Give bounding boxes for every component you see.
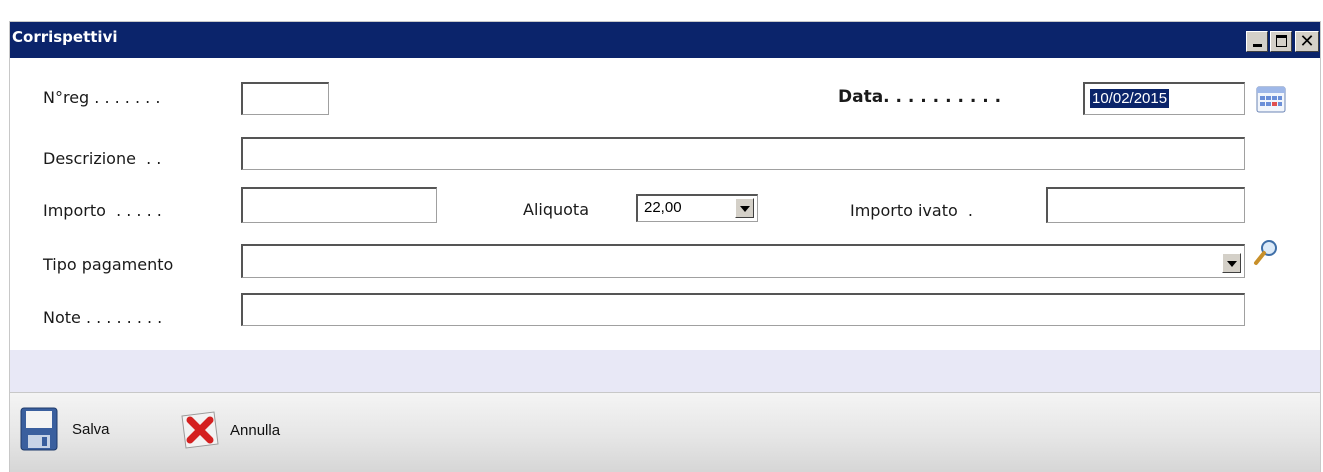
close-button[interactable]: ✕ xyxy=(1295,31,1319,52)
data-input[interactable]: 10/02/2015 xyxy=(1083,82,1245,115)
cancel-button[interactable]: Annulla xyxy=(176,408,280,452)
descrizione-label: Descrizione . . xyxy=(43,149,162,168)
maximize-icon xyxy=(1276,35,1287,47)
separator-band xyxy=(10,350,1320,392)
tipo-pagamento-label: Tipo pagamento xyxy=(43,255,174,274)
minimize-button[interactable] xyxy=(1246,31,1268,52)
calendar-icon[interactable] xyxy=(1256,84,1286,113)
floppy-disk-icon xyxy=(20,407,58,451)
window-title: Corrispettivi xyxy=(12,28,118,46)
aliquota-select[interactable]: 22,00 xyxy=(636,194,758,222)
nreg-label: N°reg . . . . . . . xyxy=(43,88,161,107)
chevron-down-icon[interactable] xyxy=(735,198,754,218)
aliquota-value: 22,00 xyxy=(644,199,682,216)
data-label: Data. . . . . . . . . . xyxy=(838,87,1002,107)
save-button[interactable]: Salva xyxy=(20,407,110,451)
corrispettivi-window: Corrispettivi ✕ N°reg . . . . . . . Data… xyxy=(10,22,1320,472)
save-label: Salva xyxy=(72,420,110,438)
importo-input[interactable] xyxy=(241,187,437,223)
importo-ivato-input[interactable] xyxy=(1046,187,1245,223)
title-bar[interactable]: Corrispettivi ✕ xyxy=(10,22,1320,58)
maximize-button[interactable] xyxy=(1270,31,1292,52)
note-label: Note . . . . . . . . xyxy=(43,308,163,327)
aliquota-label: Aliquota xyxy=(523,200,589,219)
magnifier-icon[interactable] xyxy=(1252,238,1280,268)
red-x-icon xyxy=(181,411,219,449)
descrizione-input[interactable] xyxy=(241,137,1245,170)
bottom-toolbar: Salva Annulla xyxy=(10,392,1320,472)
minimize-icon xyxy=(1253,44,1262,47)
chevron-down-icon[interactable] xyxy=(1222,253,1241,273)
nreg-input[interactable] xyxy=(241,82,329,115)
importo-ivato-label: Importo ivato . xyxy=(850,201,974,220)
tipo-pagamento-select[interactable] xyxy=(241,244,1245,278)
close-icon: ✕ xyxy=(1299,31,1315,52)
data-value: 10/02/2015 xyxy=(1090,89,1170,108)
note-input[interactable] xyxy=(241,293,1245,326)
importo-label: Importo . . . . . xyxy=(43,201,162,220)
cancel-label: Annulla xyxy=(230,421,281,439)
